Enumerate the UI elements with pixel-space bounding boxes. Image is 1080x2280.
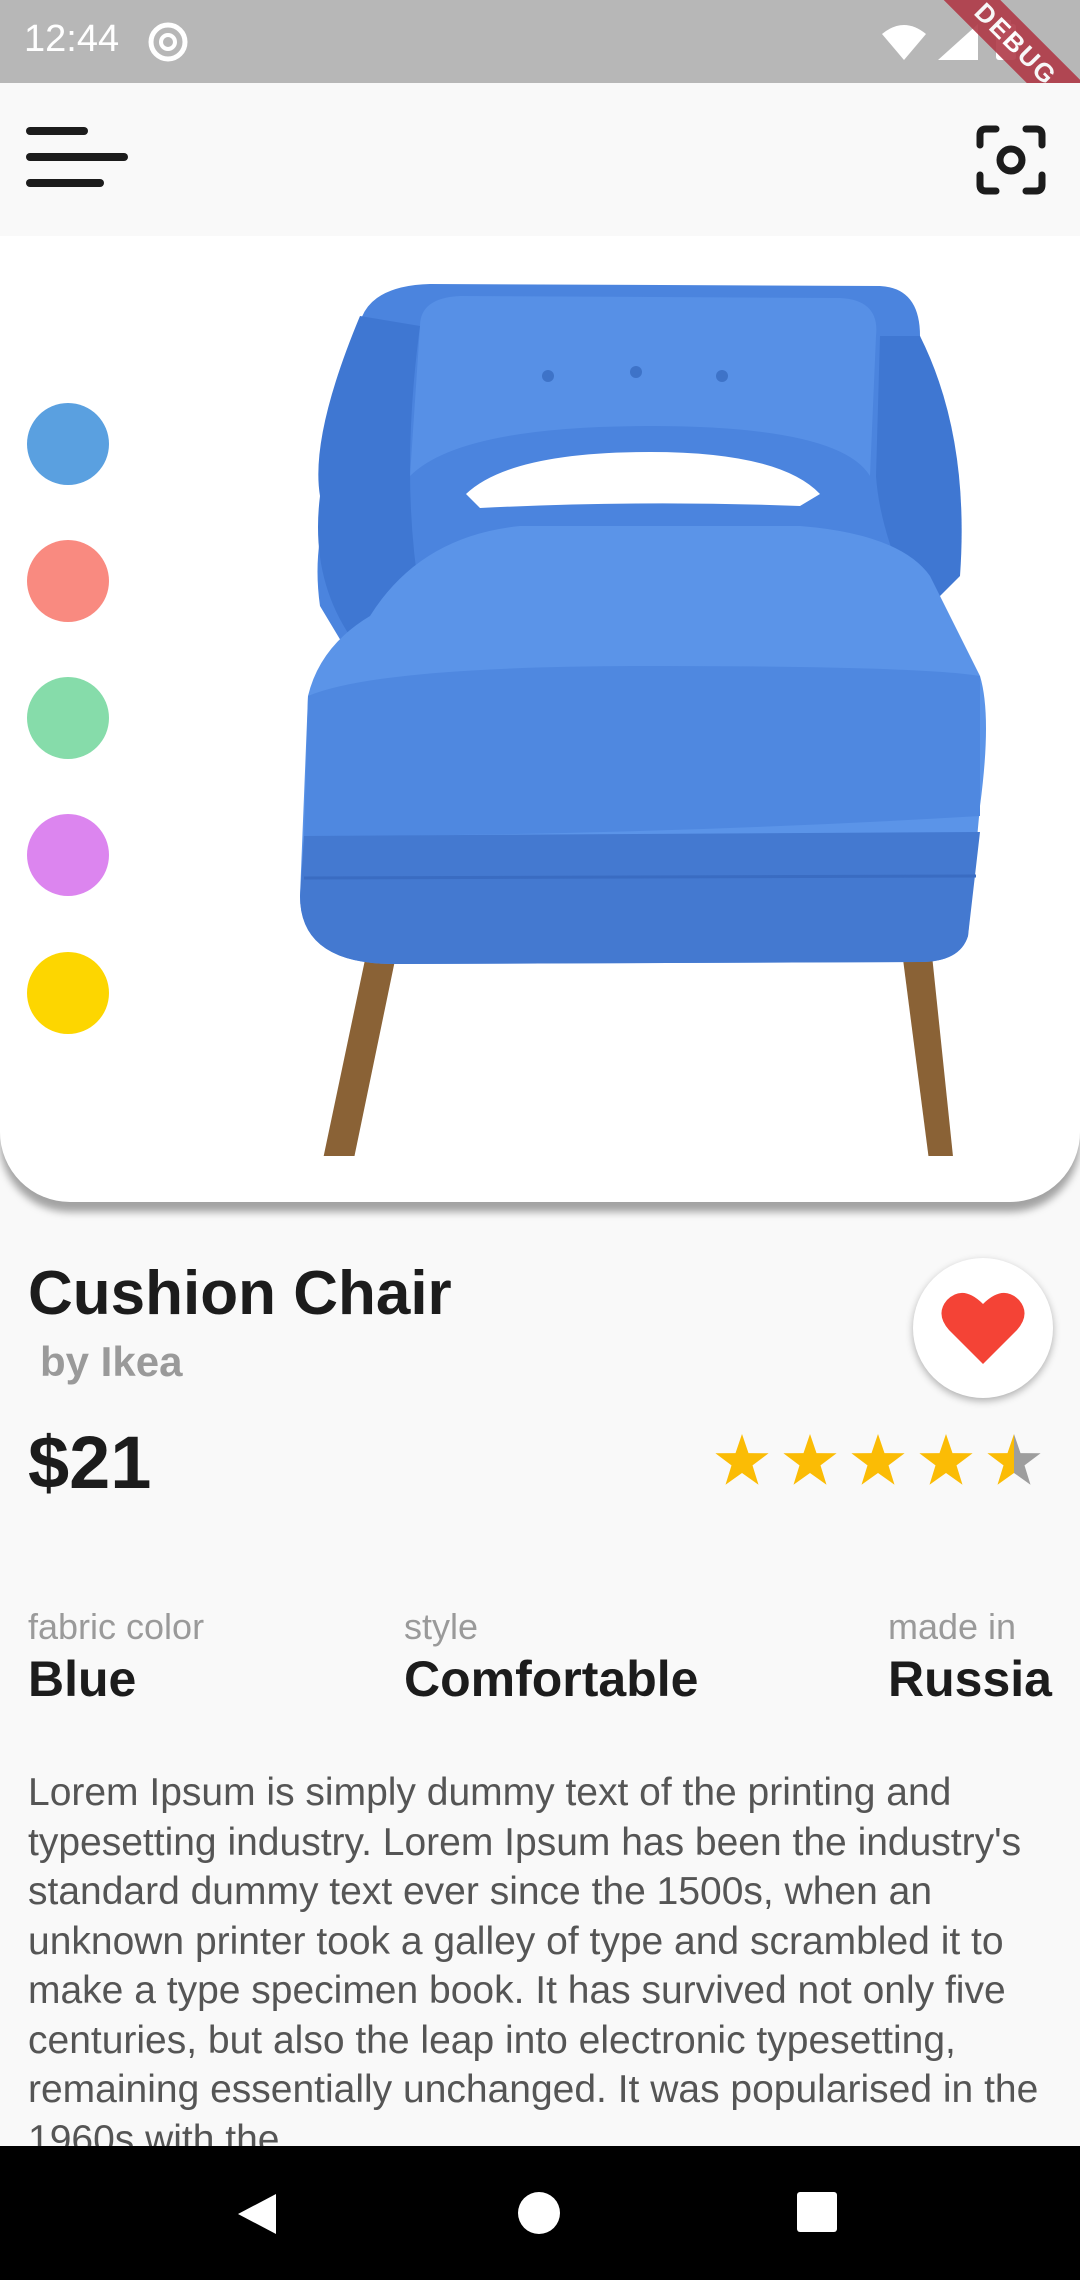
style-label: style <box>404 1606 479 1647</box>
star-icon <box>851 1434 905 1485</box>
product-price: $21 <box>28 1421 152 1504</box>
status-bar: 12:44 DEBUG <box>0 0 1080 143</box>
style-value: Comfortable <box>404 1651 699 1707</box>
wifi-icon <box>882 25 926 60</box>
recent-apps-icon[interactable] <box>797 2192 837 2232</box>
product-hero-card <box>0 236 1080 1202</box>
color-option-salmon[interactable] <box>27 540 109 622</box>
app-bar <box>0 83 1080 236</box>
color-option-blue[interactable] <box>27 403 109 485</box>
system-nav-bar <box>0 2146 1080 2280</box>
fabric-color-value: Blue <box>28 1651 137 1707</box>
scan-icon[interactable] <box>976 125 1046 195</box>
product-description: Lorem Ipsum is simply dummy text of the … <box>28 1771 1039 2146</box>
rating-stars <box>715 1434 1041 1485</box>
star-icon <box>783 1434 837 1485</box>
at-sign-icon <box>148 22 188 62</box>
menu-icon[interactable] <box>26 121 128 197</box>
product-title: Cushion Chair <box>28 1259 452 1328</box>
fabric-color-label: fabric color <box>28 1606 205 1647</box>
made-in-label: made in <box>888 1606 1017 1647</box>
product-brand: by Ikea <box>40 1338 183 1385</box>
star-icon <box>919 1434 973 1485</box>
heart-icon <box>941 1292 1025 1364</box>
star-icon <box>715 1434 769 1485</box>
status-time: 12:44 <box>24 18 120 60</box>
made-in-value: Russia <box>888 1651 1052 1707</box>
signal-icon <box>938 24 978 60</box>
color-option-yellow[interactable] <box>27 952 109 1034</box>
product-image <box>300 284 986 1156</box>
star-icon <box>987 1434 1041 1485</box>
color-option-violet[interactable] <box>27 814 109 896</box>
color-option-mint[interactable] <box>27 677 109 759</box>
home-icon[interactable] <box>518 2192 560 2234</box>
favorite-button[interactable] <box>913 1258 1053 1398</box>
back-icon[interactable] <box>236 2192 280 2236</box>
